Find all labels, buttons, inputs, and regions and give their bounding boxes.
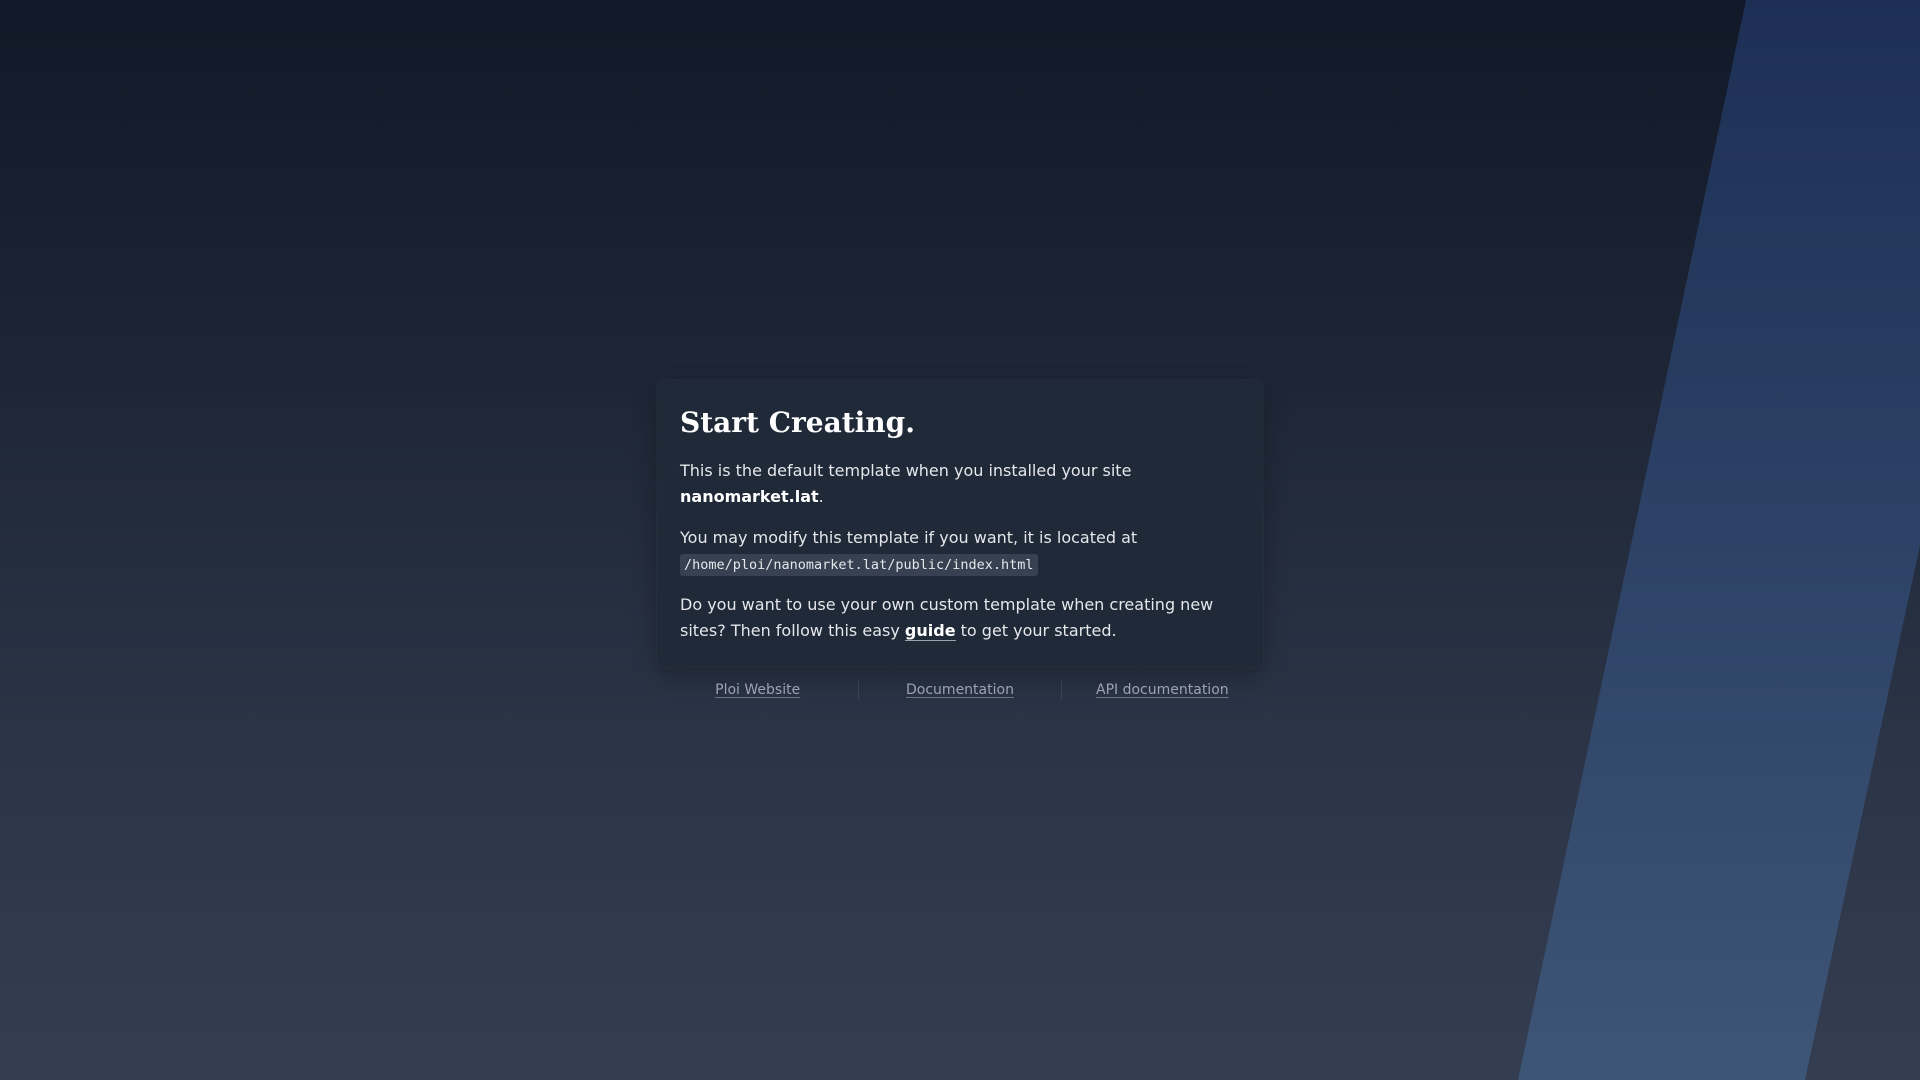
- page-title: Start Creating.: [680, 406, 915, 439]
- site-name: nanomarket.lat: [680, 487, 819, 506]
- site-suffix: .: [818, 487, 824, 506]
- custom-suffix: to get your started.: [960, 621, 1117, 640]
- footer-links: Ploi Website Documentation API documenta…: [657, 680, 1263, 700]
- welcome-card: Start Creating. This is the default temp…: [657, 380, 1263, 667]
- content-wrapper: Start Creating. This is the default temp…: [657, 380, 1263, 700]
- ploi-website-link[interactable]: Ploi Website: [657, 680, 858, 700]
- modify-paragraph: You may modify this template if you want…: [680, 525, 1240, 577]
- intro-paragraph: This is the default template when you in…: [680, 458, 1240, 510]
- custom-template-paragraph: Do you want to use your own custom templ…: [680, 592, 1240, 644]
- guide-link[interactable]: guide: [904, 621, 956, 641]
- modify-text: You may modify this template if you want…: [680, 528, 1138, 547]
- documentation-link[interactable]: Documentation: [859, 680, 1060, 700]
- intro-text: This is the default template when you in…: [680, 461, 1132, 480]
- api-documentation-link[interactable]: API documentation: [1062, 680, 1263, 700]
- template-path: /home/ploi/nanomarket.lat/public/index.h…: [680, 554, 1038, 576]
